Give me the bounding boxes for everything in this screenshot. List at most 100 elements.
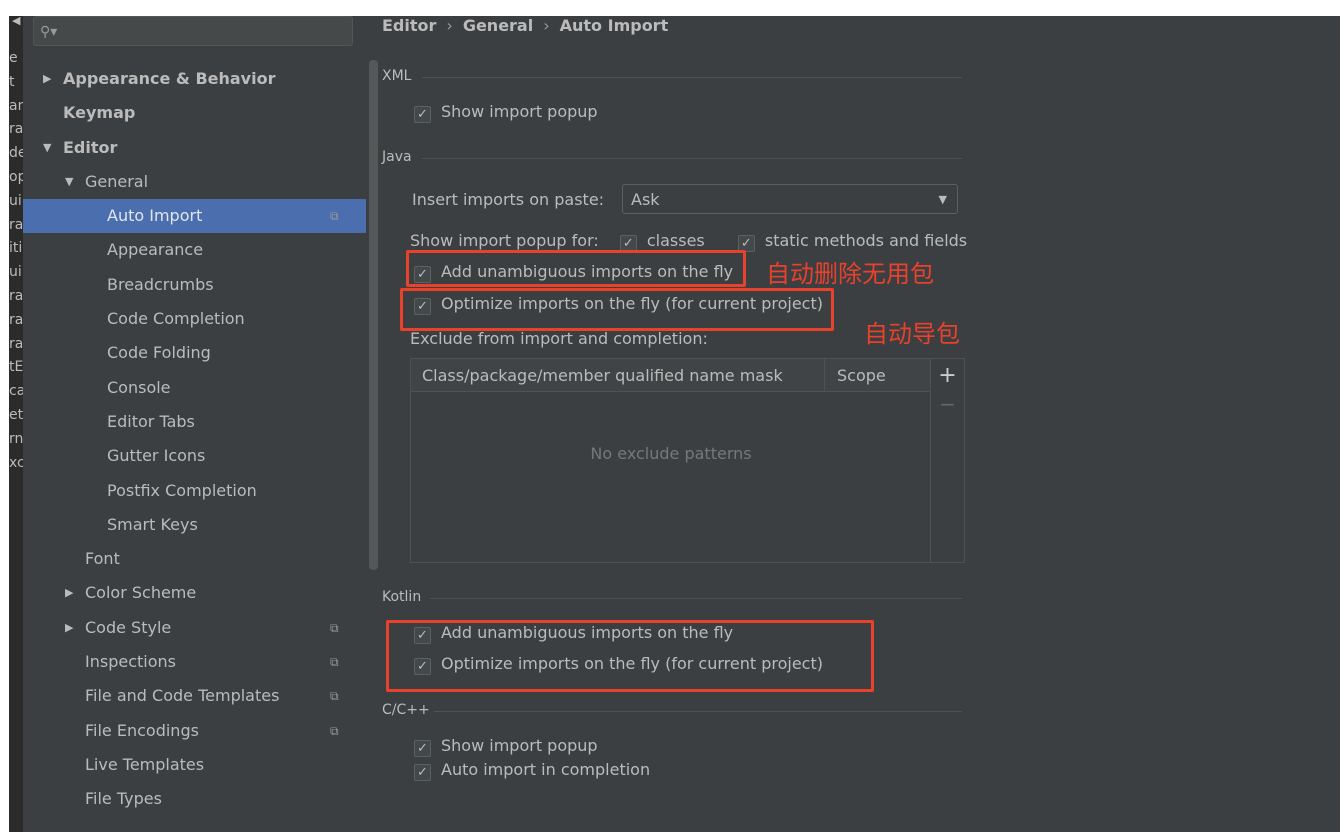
tree-item-label: Console xyxy=(107,377,171,397)
background-text-fragment: ui xyxy=(9,192,22,209)
expanded-arrow-icon[interactable]: ▼ xyxy=(65,165,73,199)
xml-show-popup-checkbox[interactable]: ✓ Show import popup xyxy=(414,102,598,123)
background-text-fragment: tE xyxy=(9,359,23,376)
annotation-box-add-unambiguous xyxy=(406,250,746,287)
settings-sidebar: ⚲▾ ▶ Appearance & Behavior Keymap ▼ Editor ▼ G… xyxy=(23,16,378,832)
tree-item-label: Code Style xyxy=(85,617,172,637)
background-text-fragment: op xyxy=(9,169,23,185)
settings-content: Editor › General › Auto Import XML ✓ Show imp… xyxy=(368,16,1340,832)
background-text-fragment: ra xyxy=(9,288,23,304)
tree-item-label: Postfix Completion xyxy=(107,480,257,500)
cpp-show-popup-checkbox[interactable]: ✓ Show import popup xyxy=(414,736,598,757)
tree-item-editor-tabs[interactable]: Editor Tabs xyxy=(23,405,366,439)
background-text-fragment: iti xyxy=(9,240,23,257)
annotation-note-auto-import: 自动导包 xyxy=(864,320,960,348)
settings-tree: ▶ Appearance & Behavior Keymap ▼ Editor ▼ Gene… xyxy=(23,62,366,817)
add-icon[interactable]: + xyxy=(931,359,964,392)
expanded-arrow-icon[interactable]: ▼ xyxy=(43,131,51,165)
insert-imports-label: Insert imports on paste: xyxy=(412,190,605,209)
tree-item-auto-import[interactable]: Auto Import ⧉ xyxy=(23,199,366,234)
tree-item-label: File and Code Templates xyxy=(85,686,280,706)
tree-item-file-encodings[interactable]: File Encodings ⧉ xyxy=(23,714,366,748)
tree-item-label: Code Folding xyxy=(107,343,211,363)
tree-item-live-templates[interactable]: Live Templates xyxy=(23,748,366,782)
tree-item-code-completion[interactable]: Code Completion xyxy=(23,302,366,336)
background-text-fragment: ra xyxy=(9,311,23,328)
background-text-fragment: ra xyxy=(9,335,23,352)
annotation-note-remove-unused: 自动删除无用包 xyxy=(766,260,934,288)
tree-item-font[interactable]: Font xyxy=(23,542,366,576)
background-text-fragment: ui xyxy=(9,264,22,281)
background-text-fragment: de xyxy=(9,145,23,162)
annotation-box-optimize xyxy=(400,288,834,331)
tree-item-file-and-code-templates[interactable]: File and Code Templates ⧉ xyxy=(23,679,366,713)
section-cpp: C/C++ xyxy=(382,702,962,718)
search-icon: ⚲▾ xyxy=(40,24,58,40)
tree-item-label: Smart Keys xyxy=(107,514,198,534)
tree-item-label: Inspections xyxy=(85,652,176,672)
collapsed-arrow-icon[interactable]: ▶ xyxy=(43,62,51,96)
tree-item-postfix-completion[interactable]: Postfix Completion xyxy=(23,474,366,508)
tree-item-label: Gutter Icons xyxy=(107,446,206,466)
project-scope-icon: ⧉ xyxy=(330,620,339,635)
project-scope-icon: ⧉ xyxy=(330,723,339,738)
empty-table-text: No exclude patterns xyxy=(590,444,752,463)
table-toolbar: + − xyxy=(930,359,964,562)
classes-checkbox[interactable]: ✓ classes xyxy=(619,231,705,252)
search-input[interactable]: ⚲▾ xyxy=(33,16,353,46)
background-text-fragment: xcl xyxy=(9,454,23,471)
tree-item-editor[interactable]: ▼ Editor xyxy=(23,131,366,165)
tree-item-label: Editor Tabs xyxy=(107,411,195,431)
tree-item-label: Code Completion xyxy=(107,309,245,329)
tree-item-appearance-behavior[interactable]: ▶ Appearance & Behavior xyxy=(23,62,366,96)
breadcrumb-general[interactable]: General xyxy=(463,16,533,35)
tree-item-appearance[interactable]: Appearance xyxy=(23,233,366,267)
section-java: Java xyxy=(382,149,962,165)
tree-item-color-scheme[interactable]: ▶ Color Scheme xyxy=(23,576,366,610)
background-text-fragment: ett xyxy=(9,407,23,423)
background-text-fragment: ca xyxy=(9,383,23,400)
tree-item-console[interactable]: Console xyxy=(23,371,366,405)
show-popup-for-row: Show import popup for: ✓ classes ✓ static … xyxy=(410,231,968,252)
back-arrow-icon[interactable]: ◀ xyxy=(12,16,20,27)
annotation-box-kotlin xyxy=(386,620,874,692)
tree-item-inspections[interactable]: Inspections ⧉ xyxy=(23,645,366,679)
tree-item-smart-keys[interactable]: Smart Keys xyxy=(23,508,366,542)
tree-item-label: Editor xyxy=(63,137,118,157)
breadcrumb: Editor › General › Auto Import xyxy=(382,16,669,35)
background-text-fragment: an xyxy=(9,97,23,114)
tree-item-label: File Types xyxy=(85,789,162,809)
insert-imports-dropdown[interactable]: Ask ▼ xyxy=(622,184,958,214)
tree-item-keymap[interactable]: Keymap xyxy=(23,96,366,130)
tree-item-label: Auto Import xyxy=(107,206,203,226)
collapsed-arrow-icon[interactable]: ▶ xyxy=(65,611,73,645)
project-scope-icon: ⧉ xyxy=(330,209,339,224)
background-text-fragment: ra xyxy=(9,216,23,233)
background-text-fragment: e xyxy=(9,50,18,66)
breadcrumb-editor[interactable]: Editor xyxy=(382,16,436,35)
tree-item-label: Appearance & Behavior xyxy=(63,69,276,88)
chevron-down-icon: ▼ xyxy=(938,193,947,206)
tree-item-code-style[interactable]: ▶ Code Style ⧉ xyxy=(23,611,366,645)
collapsed-arrow-icon[interactable]: ▶ xyxy=(65,576,73,610)
tree-item-breadcrumbs[interactable]: Breadcrumbs xyxy=(23,268,366,302)
breadcrumb-auto-import: Auto Import xyxy=(559,16,669,35)
tree-item-label: Color Scheme xyxy=(85,583,197,603)
background-text-fragment: rn xyxy=(9,430,23,447)
tree-item-label: Appearance xyxy=(107,240,204,260)
tree-item-general[interactable]: ▼ General xyxy=(23,165,366,199)
exclude-table[interactable]: Class/package/member qualified name mask… xyxy=(410,358,965,563)
column-header-scope[interactable]: Scope xyxy=(825,359,931,392)
column-header-mask[interactable]: Class/package/member qualified name mask xyxy=(411,359,825,392)
project-scope-icon: ⧉ xyxy=(330,689,339,704)
remove-icon[interactable]: − xyxy=(931,392,964,416)
tree-item-code-folding[interactable]: Code Folding xyxy=(23,336,366,370)
tree-item-label: Keymap xyxy=(63,103,136,123)
cpp-auto-import-checkbox[interactable]: ✓ Auto import in completion xyxy=(414,760,650,781)
background-editor-strip: ◀ et an ra de op ui ra iti ui ra ra ra tE ca ett rn xcl xyxy=(9,16,23,832)
tree-item-file-types[interactable]: File Types xyxy=(23,782,366,816)
static-methods-checkbox[interactable]: ✓ static methods and fields xyxy=(737,231,967,252)
tree-item-label: Live Templates xyxy=(85,754,205,774)
tree-item-label: Breadcrumbs xyxy=(107,274,214,294)
tree-item-gutter-icons[interactable]: Gutter Icons xyxy=(23,439,366,473)
